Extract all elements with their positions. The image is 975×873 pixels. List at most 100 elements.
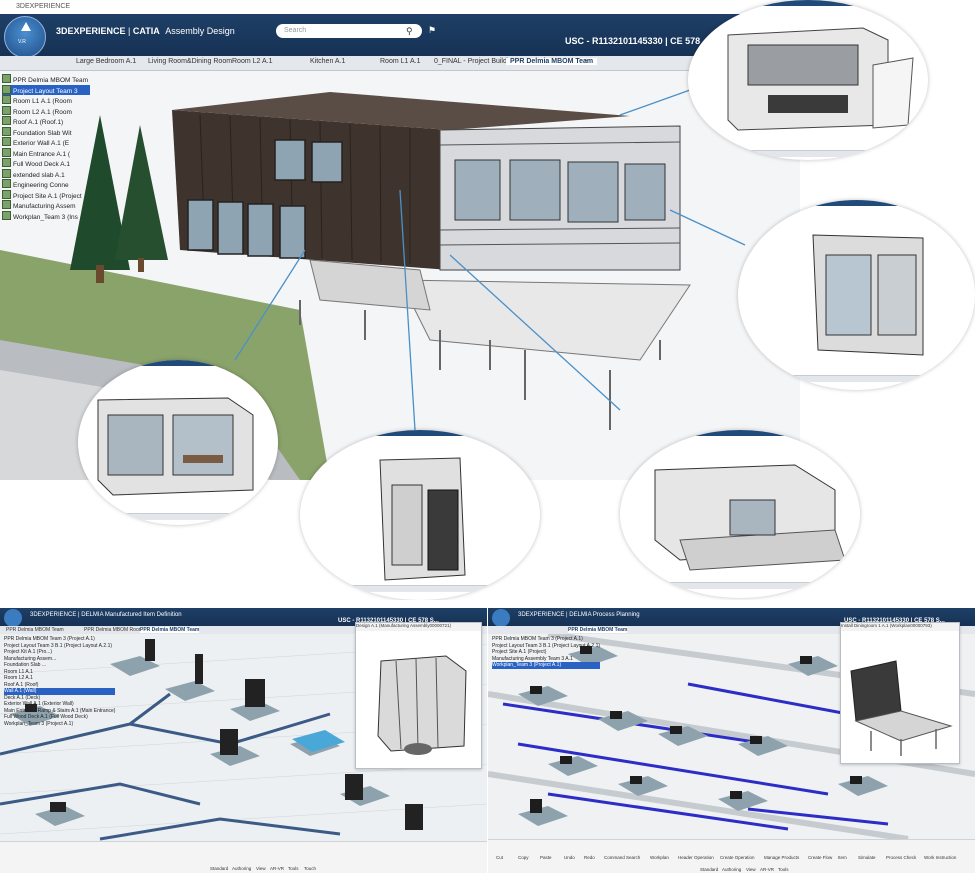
tree-item[interactable]: Room L2 A.1 (Room [2, 105, 90, 117]
toolbar-tab-arvr[interactable]: AR-VR [270, 866, 284, 871]
workplan-preview-model [850, 660, 953, 756]
toolbar-tab-standard[interactable]: Standard [210, 866, 228, 871]
bubble-toolbar[interactable] [688, 150, 928, 157]
toolbar-tab-touch[interactable]: Touch [304, 866, 316, 871]
tree-item[interactable]: Main Entrance A.1 ( [2, 147, 90, 159]
bubble-kitchen [688, 0, 928, 160]
compass-icon[interactable]: V.R [4, 16, 46, 58]
3d-preview-inset[interactable]: Install Diningroom 1 A.1 (Workplan000007… [840, 622, 960, 764]
tree-item[interactable]: Workplan_Team 3 (Project A.1) [4, 721, 115, 728]
compass-arrow-icon [21, 22, 31, 31]
assembly-preview-model [377, 655, 467, 755]
toolbar-work-instruction[interactable]: Work Instruction [924, 855, 956, 860]
toolbar-tab-view[interactable]: View [256, 866, 266, 871]
frame-windows [454, 159, 666, 223]
toolbar-tab-tools[interactable]: Tools [288, 866, 299, 871]
tree-item-selected[interactable]: Project Layout Team 3 [2, 84, 90, 95]
tab-kitchen[interactable]: Kitchen A.1 [310, 58, 345, 65]
tab-bar: Large Bedroom A.1 Living Room&Dining Roo… [0, 56, 800, 71]
search-input[interactable]: Search [276, 24, 422, 38]
toolbar-workplan[interactable]: Workplan [650, 855, 669, 860]
tree-item[interactable]: Roof A.1 (Roof.1) [2, 116, 90, 127]
part-icon [2, 147, 11, 157]
toolbar-cut[interactable]: Cut [496, 855, 503, 860]
stairs [309, 259, 431, 311]
compass-icon[interactable] [492, 609, 510, 627]
toolbar-paste[interactable]: Paste [540, 855, 552, 860]
toolbar-tab-authoring[interactable]: Authoring [722, 867, 741, 872]
tree-item[interactable]: Manufacturing Assem [2, 200, 90, 211]
tree-item[interactable]: extended slab A.1 [2, 168, 90, 180]
app-product: CATIA [132, 26, 160, 36]
tree-item[interactable]: Exterior Wall A.1 (E [2, 137, 90, 148]
toolbar-create-flow[interactable]: Create Flow [808, 855, 832, 860]
inset-title: Install Diningroom 1 A.1 (Workplan000007… [841, 623, 959, 631]
tree-item[interactable]: PPR Delmia MBOM Team [2, 74, 90, 85]
toolbar-create-operation[interactable]: Create Operation [720, 855, 755, 860]
3d-preview-inset[interactable]: Design A.1 (Manufacturing Assembly000007… [355, 622, 482, 769]
add-tab-icon[interactable]: + [584, 58, 588, 65]
compass-icon[interactable] [4, 609, 22, 627]
toolbar-tab-authoring[interactable]: Authoring [232, 866, 251, 871]
toolbar-copy[interactable]: Copy [518, 855, 529, 860]
part-icon [2, 105, 11, 115]
bubble-toolbar[interactable] [300, 585, 540, 592]
toolbar-header-operation[interactable]: Header Operation [678, 855, 714, 860]
panel-app-title: 3DEXPERIENCE | DELMIA Process Planning [518, 612, 640, 618]
tree-item[interactable]: Project Site A.1 (Project [2, 189, 90, 201]
part-icon [2, 95, 11, 104]
toolbar-tab-tools[interactable]: Tools [778, 867, 789, 872]
product-tree: PPR Delmia MBOM Team Project Layout Team… [2, 74, 90, 221]
meeting-room-model [97, 397, 254, 496]
compass-label: V.R [18, 39, 26, 45]
bubble-toolbar[interactable] [78, 513, 278, 520]
connection-icon [2, 179, 11, 188]
tab-living-dining[interactable]: Living Room&Dining Room [148, 58, 232, 65]
panel-tab[interactable]: PPR Delmia MBOM Room [84, 627, 143, 633]
assembly-icon [2, 200, 11, 209]
bubble-bathroom [300, 430, 540, 600]
deck-frame-model [654, 464, 846, 571]
panel-tab[interactable]: PPR Delmia MBOM Team [6, 627, 64, 633]
toolbar-item[interactable]: Item [838, 855, 847, 860]
inset-title: Design A.1 (Manufacturing Assembly000007… [356, 623, 481, 631]
panel-tab-active[interactable]: PPR Delmia MBOM Team [568, 627, 628, 633]
tree-item[interactable]: Foundation Slab Wit [2, 126, 90, 138]
panel-titlebar [0, 600, 487, 608]
toolbar-tab-standard[interactable]: Standard [700, 867, 718, 872]
tree-item[interactable]: Room L1 A.1 (Room [2, 95, 90, 106]
tab-room-l1[interactable]: Room L1 A.1 [380, 58, 420, 65]
tag-icon[interactable]: ⚑ [428, 25, 436, 36]
toolbar-process-check[interactable]: Process Check [886, 855, 916, 860]
tree-item[interactable]: Engineering Conne [2, 179, 90, 190]
panel-toolbar: Cut Copy Paste Undo Redo Command Search … [488, 839, 975, 873]
panel-process-planning: 3DEXPERIENCE | DELMIA Process Planning U… [488, 600, 975, 873]
tab-final-project[interactable]: 0_FINAL - Project Building [434, 58, 516, 65]
toolbar-tab-view[interactable]: View [746, 867, 756, 872]
app-module: Assembly Design [165, 26, 235, 36]
tab-large-bedroom[interactable]: Large Bedroom A.1 [76, 58, 136, 65]
toolbar-redo[interactable]: Redo [584, 855, 595, 860]
tree-item-selected[interactable]: Workplan_Team 3 (Project A.1) [492, 662, 601, 669]
bubble-deck-frame [620, 430, 860, 598]
toolbar-tab-arvr[interactable]: AR-VR [760, 867, 774, 872]
workplan-icon [2, 210, 11, 220]
panel-tab-active[interactable]: PPR Delmia MBOM Team [140, 627, 200, 633]
tree-item[interactable]: Full Wood Deck A.1 [2, 158, 90, 169]
toolbar-simulate[interactable]: Simulate [858, 855, 876, 860]
toolbar-command-search[interactable]: Command Search [604, 855, 640, 860]
deck-platform [399, 279, 691, 361]
tab-room-l2[interactable]: Room L2 A.1 [232, 58, 272, 65]
panel-toolbar: Standard Authoring View AR-VR Tools Touc… [0, 841, 487, 873]
top-bar: V.R 3DEXPERIENCE | CATIA Assembly Design… [0, 14, 800, 58]
assembly-icon [2, 74, 11, 83]
toolbar-undo[interactable]: Undo [564, 855, 575, 860]
kitchen-model [727, 27, 914, 131]
assembly-icon [2, 84, 11, 94]
tree-item[interactable]: Workplan_Team 3 (Ins [2, 210, 90, 222]
bubble-toolbar[interactable] [738, 375, 975, 382]
toolbar-manage-products[interactable]: Manage Products [764, 855, 799, 860]
bubble-room-frame [738, 200, 975, 390]
search-icon[interactable]: ⚲ [406, 26, 413, 37]
bubble-toolbar[interactable] [620, 582, 860, 589]
